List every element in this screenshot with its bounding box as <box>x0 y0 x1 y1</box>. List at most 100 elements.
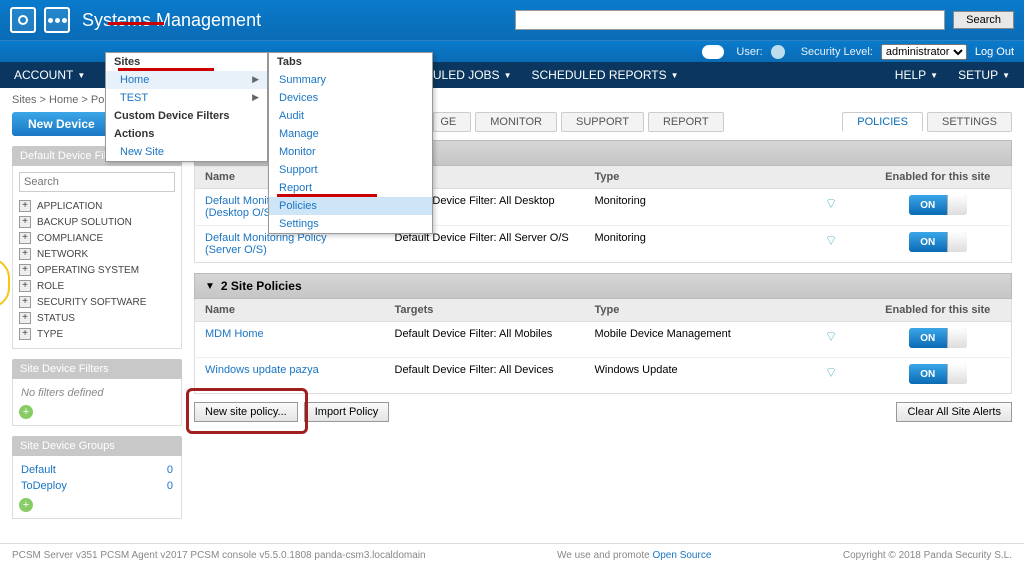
submenu-manage[interactable]: Manage <box>269 125 432 143</box>
filter-label: SECURITY SOFTWARE <box>37 297 146 308</box>
logo-icon-1 <box>10 7 36 33</box>
user-label: User: <box>736 46 762 58</box>
nav-setup[interactable]: SETUP▼ <box>948 63 1020 87</box>
submenu-policies[interactable]: Policies <box>269 197 432 215</box>
filter-item[interactable]: +COMPLIANCE <box>19 230 175 246</box>
enabled-toggle[interactable]: ON <box>909 328 967 348</box>
submenu-devices[interactable]: Devices <box>269 89 432 107</box>
filter-label: ROLE <box>37 281 64 292</box>
sidebar: New Device Default Device Filters +APPLI… <box>12 112 182 529</box>
collapse-icon: ▼ <box>205 281 215 292</box>
import-policy-button[interactable]: Import Policy <box>304 402 390 422</box>
group-name: Default <box>21 464 56 476</box>
policy-targets: Default Device Filter: All Mobiles <box>385 322 585 358</box>
expand-icon: + <box>19 312 31 324</box>
policy-name-link[interactable]: (Desktop O/S) <box>205 207 275 219</box>
global-search-input[interactable] <box>515 10 945 30</box>
table-row: Windows update pazyaDefault Device Filte… <box>195 358 1012 394</box>
expand-icon: + <box>19 232 31 244</box>
caret-down-icon: ▼ <box>671 71 679 80</box>
submenu-audit[interactable]: Audit <box>269 107 432 125</box>
enabled-toggle[interactable]: ON <box>909 232 967 252</box>
nav-scheduled-reports[interactable]: SCHEDULED REPORTS▼ <box>521 63 688 87</box>
filter-item[interactable]: +TYPE <box>19 326 175 342</box>
new-device-button[interactable]: New Device <box>12 112 111 136</box>
filter-item[interactable]: +SECURITY SOFTWARE <box>19 294 175 310</box>
filter-label: OPERATING SYSTEM <box>37 265 139 276</box>
site-policies-header[interactable]: ▼ 2 Site Policies <box>194 273 1012 299</box>
breadcrumb-sites[interactable]: Sites <box>12 94 36 106</box>
filter-label: NETWORK <box>37 249 88 260</box>
default-filters-panel: +APPLICATION+BACKUP SOLUTION+COMPLIANCE+… <box>12 166 182 349</box>
app-title: Systems Management <box>82 10 261 31</box>
logo-group: Systems Management <box>10 7 261 33</box>
policy-name-link[interactable]: MDM Home <box>205 328 264 340</box>
add-group-button[interactable]: + <box>19 498 33 512</box>
tab-monitor[interactable]: MONITOR <box>475 112 557 132</box>
filter-item[interactable]: + OPERATING SYSTEM <box>19 262 175 278</box>
policy-type: Monitoring <box>585 189 815 226</box>
filter-item[interactable]: +BACKUP SOLUTION <box>19 214 175 230</box>
filter-search-input[interactable] <box>19 172 175 192</box>
submenu-arrow-icon: ▶ <box>252 74 259 86</box>
col-type: Type <box>585 299 815 322</box>
site-policies-table: Name Targets Type Enabled for this site … <box>194 299 1012 394</box>
filter-item[interactable]: +APPLICATION <box>19 198 175 214</box>
tab-support[interactable]: SUPPORT <box>561 112 644 132</box>
expand-icon: + <box>19 264 31 276</box>
global-search-button[interactable]: Search <box>953 11 1014 29</box>
col-enabled: Enabled for this site <box>865 299 1012 322</box>
security-level-select[interactable]: administrator <box>881 44 967 60</box>
nav-account[interactable]: ACCOUNT▼ <box>4 63 95 87</box>
top-bar: Systems Management Search <box>0 0 1024 40</box>
tab-policies[interactable]: POLICIES <box>842 112 923 132</box>
enabled-toggle[interactable]: ON <box>909 364 967 384</box>
logout-link[interactable]: Log Out <box>975 46 1014 58</box>
wifi-icon: ⌔ <box>825 195 841 213</box>
menu-item-new-site[interactable]: New Site <box>106 143 267 161</box>
breadcrumb-home[interactable]: Home <box>49 94 78 106</box>
submenu-support[interactable]: Support <box>269 161 432 179</box>
policy-type: Mobile Device Management <box>585 322 815 358</box>
enabled-toggle[interactable]: ON <box>909 195 967 215</box>
menu-item-home[interactable]: Home▶ <box>106 71 267 89</box>
group-row[interactable]: ToDeploy 0 <box>19 478 175 494</box>
footer-copyright: Copyright © 2018 Panda Security S.L. <box>843 550 1012 561</box>
tab-settings[interactable]: SETTINGS <box>927 112 1012 132</box>
table-row: MDM Home Default Device Filter: All Mobil… <box>195 322 1012 358</box>
policy-name-link[interactable]: Windows update pazya <box>205 364 319 376</box>
filter-label: STATUS <box>37 313 75 324</box>
submenu-heading: Tabs <box>269 53 432 71</box>
menu-heading-custom-filters: Custom Device Filters <box>106 107 267 125</box>
tabs-submenu: Tabs Summary Devices Audit Manage Monito… <box>268 52 433 234</box>
policy-type: Monitoring <box>585 226 815 263</box>
avatar-icon <box>771 45 785 59</box>
wifi-icon: ⌔ <box>825 328 841 346</box>
site-filters-panel: No filters defined + <box>12 379 182 426</box>
filter-item[interactable]: +ROLE <box>19 278 175 294</box>
clear-all-alerts-button[interactable]: Clear All Site Alerts <box>896 402 1012 422</box>
nav-help[interactable]: HELP▼ <box>885 63 948 87</box>
menu-item-test[interactable]: TEST▶ <box>106 89 267 107</box>
submenu-monitor[interactable]: Monitor <box>269 143 432 161</box>
filter-label: BACKUP SOLUTION <box>37 217 132 228</box>
tab-manage-partial[interactable]: GE <box>433 112 471 132</box>
open-source-link[interactable]: Open Source <box>652 550 711 561</box>
caret-down-icon: ▼ <box>504 71 512 80</box>
group-name: ToDeploy <box>21 480 67 492</box>
caret-down-icon: ▼ <box>1002 71 1010 80</box>
new-site-policy-button[interactable]: New site policy... <box>194 402 298 422</box>
policy-name-link[interactable]: (Server O/S) <box>205 244 267 256</box>
filter-item[interactable]: +NETWORK <box>19 246 175 262</box>
submenu-settings[interactable]: Settings <box>269 215 432 233</box>
tab-report[interactable]: REPORT <box>648 112 724 132</box>
col-enabled: Enabled for this site <box>865 166 1012 189</box>
caret-down-icon: ▼ <box>930 71 938 80</box>
submenu-summary[interactable]: Summary <box>269 71 432 89</box>
col-targets: Targets <box>385 299 585 322</box>
group-count: 0 <box>167 480 173 492</box>
policy-type: Windows Update <box>585 358 815 394</box>
filter-item[interactable]: + STATUS <box>19 310 175 326</box>
group-row[interactable]: Default0 <box>19 462 175 478</box>
add-filter-button[interactable]: + <box>19 405 33 419</box>
